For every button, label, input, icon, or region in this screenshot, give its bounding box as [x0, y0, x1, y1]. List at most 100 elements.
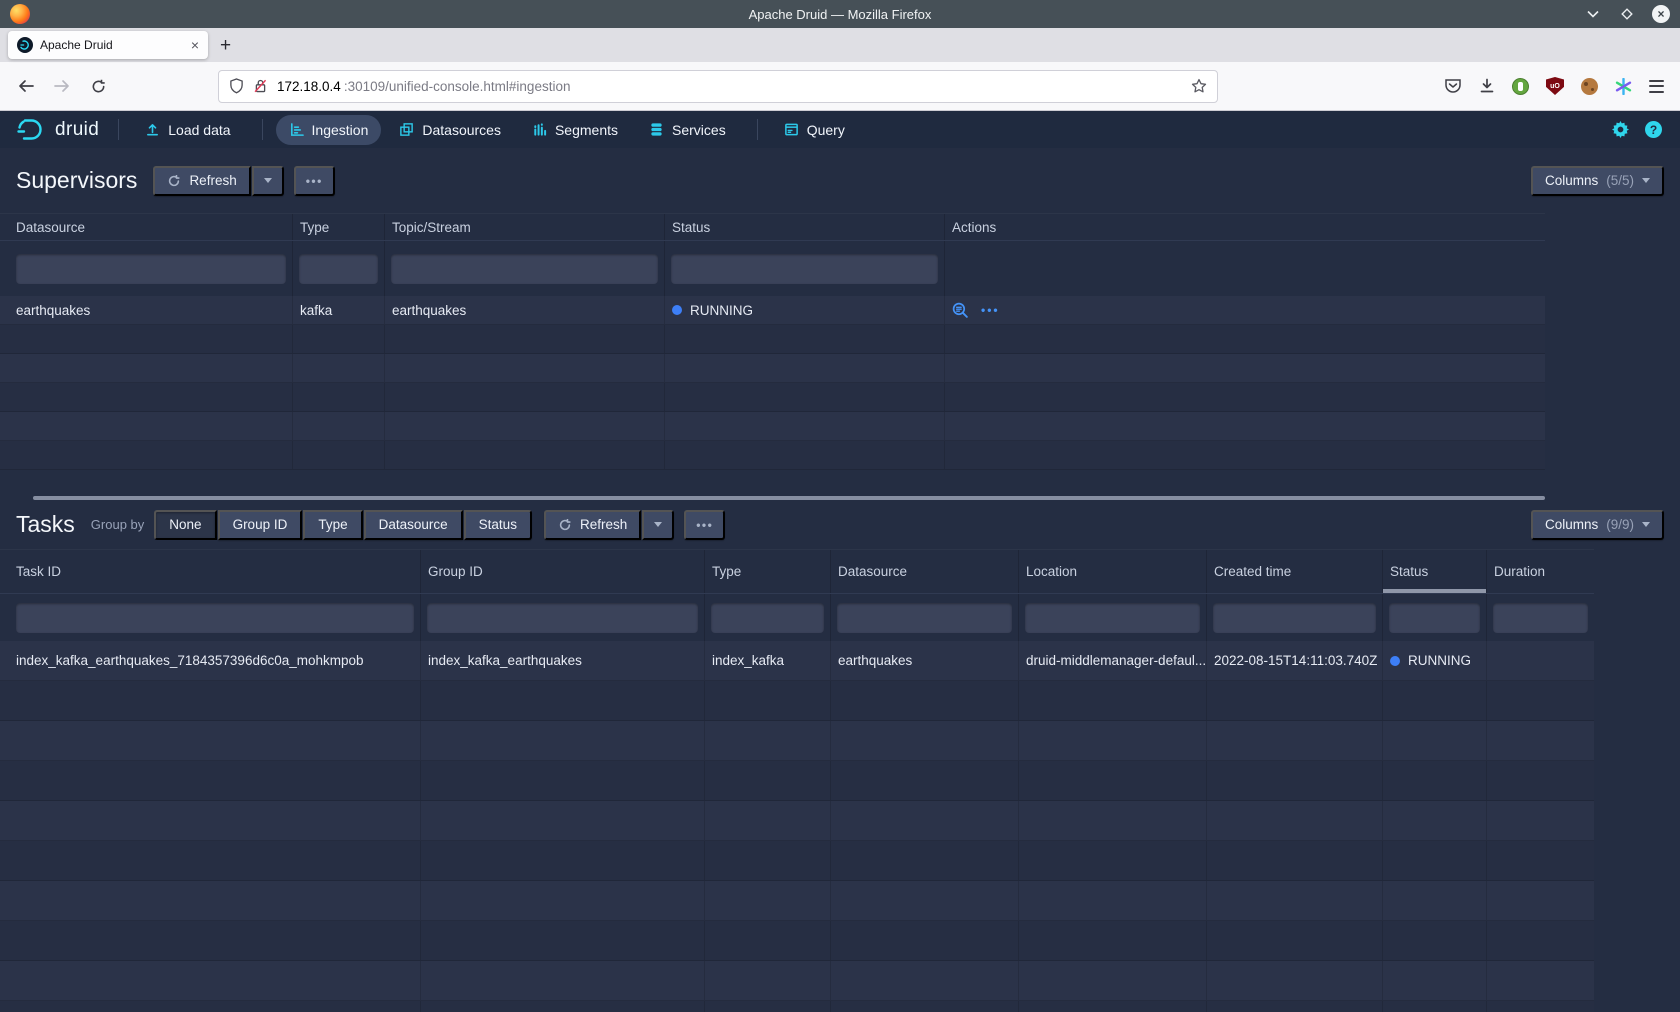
supervisors-refresh-button[interactable]: Refresh — [153, 166, 250, 196]
tasks-columns-button[interactable]: Columns (9/9) — [1531, 510, 1664, 540]
ingestion-chart-icon — [289, 122, 304, 137]
task-id-filter-input[interactable] — [16, 603, 414, 633]
window-title: Apache Druid — Mozilla Firefox — [0, 7, 1680, 22]
column-header-actions[interactable]: Actions — [945, 214, 1545, 240]
group-id-filter-input[interactable] — [427, 603, 698, 633]
status-filter-input[interactable] — [671, 254, 938, 284]
nav-query[interactable]: Query — [771, 115, 858, 145]
supervisors-filter-row — [0, 241, 1545, 296]
column-header-created-time[interactable]: Created time — [1207, 550, 1383, 593]
druid-logo-icon — [16, 117, 48, 142]
new-tab-button[interactable]: + — [220, 36, 231, 55]
druid-logo[interactable]: druid — [10, 117, 105, 142]
nav-services[interactable]: Services — [636, 115, 739, 145]
group-by-button-group: None Group ID Type Datasource Status — [154, 510, 532, 540]
status-cell: RUNNING — [665, 296, 945, 324]
insecure-lock-icon[interactable] — [253, 78, 268, 94]
type-filter-input[interactable] — [711, 603, 824, 633]
bookmark-star-icon[interactable] — [1191, 78, 1207, 94]
table-row-empty — [0, 325, 1545, 354]
duration-filter-input[interactable] — [1493, 603, 1588, 633]
refresh-icon — [558, 518, 572, 532]
supervisors-refresh-dropdown-button[interactable] — [252, 166, 284, 196]
refresh-icon — [167, 174, 181, 188]
brand-name: druid — [55, 119, 99, 141]
table-row-empty — [0, 412, 1545, 441]
upload-icon — [145, 122, 160, 137]
column-header-datasource[interactable]: Datasource — [0, 214, 293, 240]
url-bar[interactable]: 172.18.0.4:30109/unified-console.html#in… — [218, 70, 1218, 103]
table-row-empty — [0, 961, 1594, 1001]
column-header-topic-stream[interactable]: Topic/Stream — [385, 214, 665, 240]
supervisor-row[interactable]: earthquakes kafka earthquakes RUNNING ••… — [0, 296, 1545, 325]
cookie-extension-icon[interactable] — [1581, 78, 1598, 95]
help-icon[interactable]: ? — [1645, 121, 1662, 138]
maximize-icon[interactable] — [1618, 5, 1636, 23]
downloads-icon[interactable] — [1479, 78, 1495, 94]
tasks-header: Tasks Group by None Group ID Type Dataso… — [0, 500, 1680, 549]
supervisors-more-button[interactable]: ••• — [294, 166, 335, 196]
datasource-filter-input[interactable] — [16, 254, 286, 284]
group-by-type-button[interactable]: Type — [303, 510, 362, 540]
nav-load-data[interactable]: Load data — [132, 115, 243, 145]
column-header-datasource[interactable]: Datasource — [831, 550, 1019, 593]
minimize-icon[interactable] — [1584, 5, 1602, 23]
table-row-empty — [0, 921, 1594, 961]
tasks-title: Tasks — [16, 511, 75, 538]
supervisors-header: Supervisors Refresh ••• Columns (5/5) — [0, 148, 1680, 213]
ublock-origin-icon[interactable]: uO — [1546, 77, 1564, 95]
column-header-status[interactable]: Status — [1383, 550, 1487, 593]
supervisors-columns-button[interactable]: Columns (5/5) — [1531, 166, 1664, 196]
browser-toolbar: 172.18.0.4:30109/unified-console.html#in… — [0, 62, 1680, 111]
tasks-refresh-button[interactable]: Refresh — [544, 510, 641, 540]
column-header-task-id[interactable]: Task ID — [0, 550, 421, 593]
running-status-dot — [1390, 656, 1400, 666]
group-by-datasource-button[interactable]: Datasource — [364, 510, 463, 540]
row-more-actions-icon[interactable]: ••• — [981, 303, 1000, 317]
nav-ingestion[interactable]: Ingestion — [276, 115, 382, 145]
tasks-more-button[interactable]: ••• — [684, 510, 725, 540]
location-filter-input[interactable] — [1025, 603, 1200, 633]
shield-icon[interactable] — [229, 78, 244, 94]
services-database-icon — [649, 122, 664, 137]
group-by-none-button[interactable]: None — [154, 510, 216, 540]
status-filter-input[interactable] — [1389, 603, 1480, 633]
tab-title: Apache Druid — [40, 38, 184, 52]
pocket-icon[interactable] — [1444, 78, 1462, 94]
nav-datasources[interactable]: Datasources — [386, 115, 514, 145]
gear-icon[interactable] — [1612, 121, 1629, 138]
column-header-type[interactable]: Type — [705, 550, 831, 593]
chevron-down-icon — [1642, 178, 1650, 183]
supervisors-table: Datasource Type Topic/Stream Status Acti… — [0, 213, 1545, 470]
column-header-group-id[interactable]: Group ID — [421, 550, 705, 593]
column-header-type[interactable]: Type — [293, 214, 385, 240]
datasource-filter-input[interactable] — [837, 603, 1012, 633]
type-filter-input[interactable] — [299, 254, 378, 284]
extension-icon[interactable] — [1512, 78, 1529, 95]
close-tab-icon[interactable]: × — [191, 38, 199, 52]
column-header-duration[interactable]: Duration — [1487, 550, 1594, 593]
reload-icon[interactable] — [82, 70, 114, 102]
forward-icon[interactable] — [46, 70, 78, 102]
browser-tab[interactable]: Apache Druid × — [8, 31, 208, 59]
nav-segments[interactable]: Segments — [519, 115, 631, 145]
chevron-down-icon — [654, 522, 662, 527]
query-console-icon — [784, 122, 799, 137]
column-header-status[interactable]: Status — [665, 214, 945, 240]
menu-icon[interactable] — [1649, 80, 1664, 93]
created-time-filter-input[interactable] — [1213, 603, 1376, 633]
table-row-empty — [0, 354, 1545, 383]
table-row-empty — [0, 383, 1545, 412]
close-window-icon[interactable]: × — [1652, 5, 1670, 23]
group-by-group-id-button[interactable]: Group ID — [218, 510, 303, 540]
group-by-label: Group by — [91, 517, 144, 532]
column-header-location[interactable]: Location — [1019, 550, 1207, 593]
table-row-empty — [0, 881, 1594, 921]
inspect-payload-icon[interactable] — [952, 302, 969, 319]
back-icon[interactable] — [10, 70, 42, 102]
colorful-asterisk-extension-icon[interactable] — [1615, 78, 1632, 95]
task-row[interactable]: index_kafka_earthquakes_7184357396d6c0a_… — [0, 641, 1594, 681]
tasks-refresh-dropdown-button[interactable] — [642, 510, 674, 540]
topic-stream-filter-input[interactable] — [391, 254, 658, 284]
group-by-status-button[interactable]: Status — [464, 510, 532, 540]
